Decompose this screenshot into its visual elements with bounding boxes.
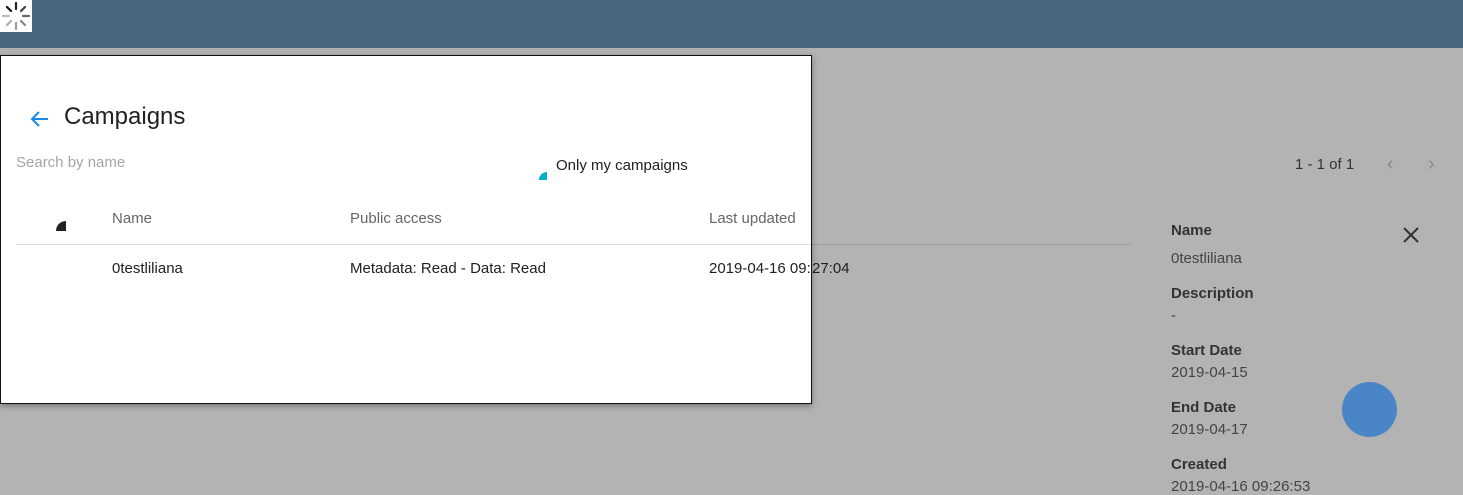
loading-spinner-icon — [0, 0, 32, 32]
chevron-right-icon[interactable]: › — [1428, 152, 1435, 176]
chevron-left-icon[interactable]: ‹ — [1387, 152, 1394, 176]
select-all-icon[interactable] — [55, 219, 67, 231]
search-input[interactable] — [16, 151, 376, 173]
detail-start-label: Start Date — [1171, 342, 1242, 359]
header-divider — [16, 244, 811, 245]
arrow-back-icon[interactable] — [29, 108, 51, 130]
detail-description-label: Description — [1171, 285, 1254, 302]
column-header-public-access[interactable]: Public access — [350, 210, 442, 227]
dialog-title: Campaigns — [64, 103, 186, 130]
top-app-bar — [0, 0, 1463, 48]
column-header-name[interactable]: Name — [112, 210, 152, 227]
row-public-access: Metadata: Read - Data: Read — [350, 260, 546, 277]
detail-name-label: Name — [1171, 222, 1212, 239]
close-icon[interactable] — [1400, 224, 1422, 246]
only-mine-toggle-icon[interactable] — [538, 168, 548, 180]
row-updated-overflow: 27:04 — [812, 260, 850, 277]
detail-end-label: End Date — [1171, 399, 1237, 416]
pagination-range: 1 - 1 of 1 — [1295, 156, 1355, 173]
detail-name-value: 0testliliana — [1171, 250, 1242, 267]
campaigns-dialog: Campaigns Only my campaigns Name Public … — [0, 55, 812, 404]
detail-end-value: 2019-04-17 — [1171, 421, 1248, 438]
detail-start-value: 2019-04-15 — [1171, 364, 1248, 381]
detail-description-value: - — [1171, 307, 1176, 324]
detail-created-label: Created — [1171, 456, 1227, 473]
row-name: 0testliliana — [112, 260, 183, 277]
column-header-last-updated[interactable]: Last updated — [709, 210, 796, 227]
floating-action-button[interactable] — [1342, 382, 1397, 437]
only-mine-label[interactable]: Only my campaigns — [556, 157, 688, 174]
detail-created-value: 2019-04-16 09:26:53 — [1171, 478, 1311, 495]
row-last-updated: 2019-04-16 09:27:04 — [709, 260, 811, 277]
